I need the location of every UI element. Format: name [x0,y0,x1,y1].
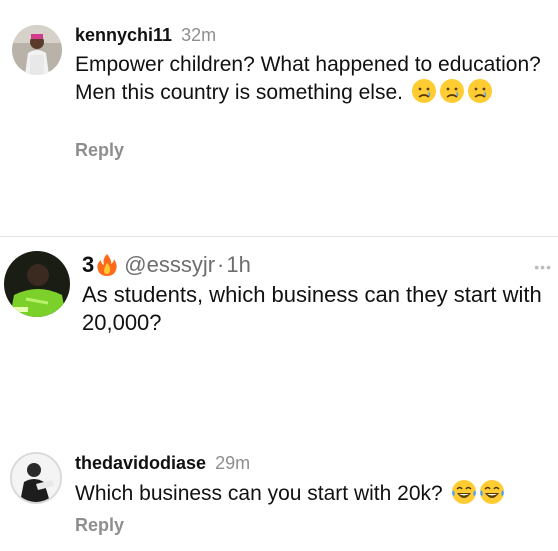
timestamp: 29m [215,453,251,473]
comment-text: Which business can you start with 20k? [75,479,545,507]
display-name[interactable]: 3 [82,252,94,278]
timestamp: 32m [181,25,217,45]
timestamp: 1h [226,252,251,277]
tears-of-joy-icon [451,479,477,505]
comment-header: thedavidodiase 29m [75,452,250,474]
separator: · [217,252,225,277]
reply-button[interactable]: Reply [75,515,124,536]
username[interactable]: thedavidodiase [75,453,206,473]
comment-esssyjr: 3 @esssyjr · 1h ••• As students, which b… [0,237,558,412]
comment-header: kennychi11 32m [75,24,216,46]
comment-body: As students, which business can they sta… [82,282,542,335]
avatar[interactable] [4,251,70,317]
comment-header: 3 @esssyjr · 1h [82,252,251,278]
fire-icon [96,253,118,277]
username[interactable]: kennychi11 [75,25,172,45]
crying-face-icon [439,78,465,104]
reply-button[interactable]: Reply [75,140,124,161]
crying-face-icon [467,78,493,104]
crying-face-icon [411,78,437,104]
user-handle[interactable]: @esssyjr [124,252,215,278]
comment-body: Which business can you start with 20k? [75,482,443,505]
avatar[interactable] [10,452,62,504]
comment-text: Empower children? What happened to educa… [75,52,545,106]
comment-kennychi11: kennychi11 32m Empower children? What ha… [0,0,558,236]
tears-of-joy-icon [479,479,505,505]
avatar[interactable] [12,25,62,75]
comment-thedavidodiase: thedavidodiase 29m Which business can yo… [0,440,558,551]
more-options-icon[interactable]: ••• [534,259,552,275]
